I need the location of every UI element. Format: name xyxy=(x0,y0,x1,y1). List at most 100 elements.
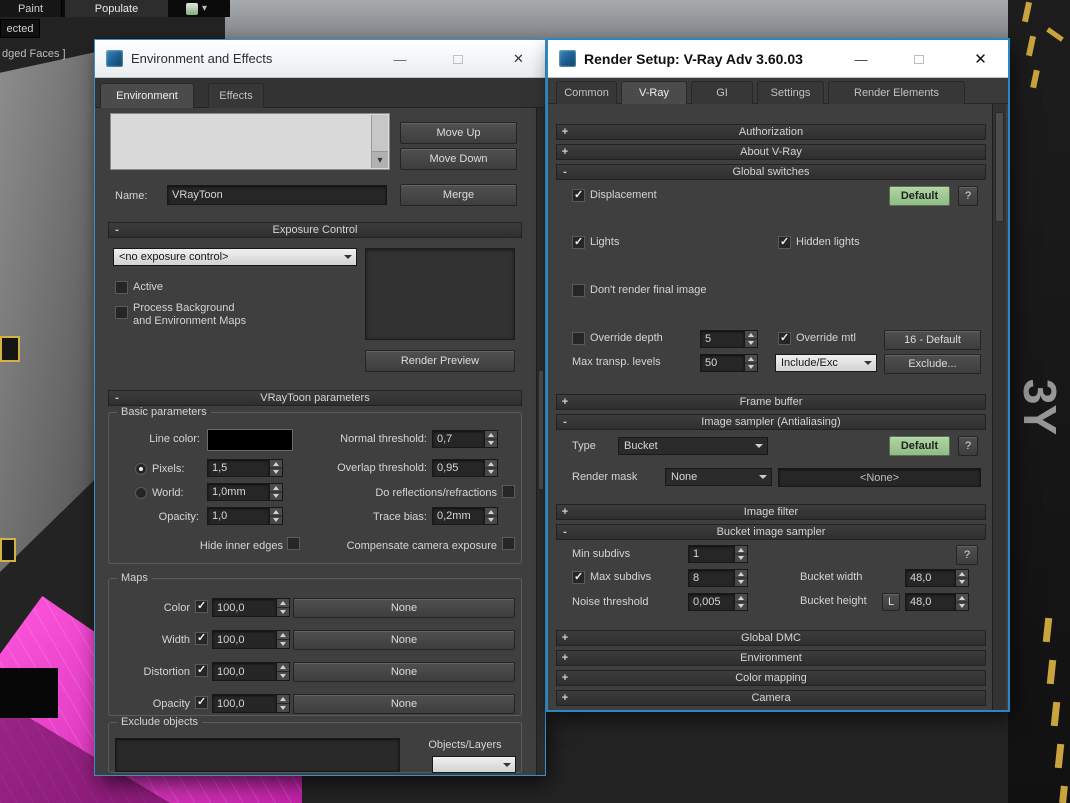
map-width-none-button[interactable]: None xyxy=(293,630,515,650)
close-button[interactable]: ✕ xyxy=(953,40,1008,78)
spinner-arrows[interactable] xyxy=(735,545,748,563)
rollup-bucket-image-sampler[interactable]: - Bucket image sampler xyxy=(556,524,986,540)
displacement-checkbox[interactable] xyxy=(572,189,585,202)
pixels-radio[interactable] xyxy=(135,463,147,475)
world-radio[interactable] xyxy=(135,487,147,499)
merge-button[interactable]: Merge xyxy=(400,184,517,206)
normal-threshold-spinner[interactable]: 0,7 xyxy=(432,430,498,448)
minimize-button[interactable]: — xyxy=(376,40,424,78)
max-subdivs-spinner[interactable]: 8 xyxy=(688,569,748,587)
rollup-global-switches[interactable]: - Global switches xyxy=(556,164,986,180)
spinner-arrows[interactable] xyxy=(735,593,748,611)
render-scrollbar-thumb[interactable] xyxy=(995,112,1004,222)
exclude-button[interactable]: Exclude... xyxy=(884,354,981,374)
opacity-spinner[interactable]: 1,0 xyxy=(207,507,283,525)
tab-paint[interactable]: Paint xyxy=(0,0,62,17)
spinner-value[interactable]: 48,0 xyxy=(905,593,956,611)
global-switches-help-button[interactable]: ? xyxy=(958,186,978,206)
trace-bias-spinner[interactable]: 0,2mm xyxy=(432,507,498,525)
render-mask-none-field[interactable]: <None> xyxy=(778,468,981,487)
rollup-vraytoon-parameters[interactable]: - VRayToon parameters xyxy=(108,390,522,406)
spinner-arrows[interactable] xyxy=(745,330,758,348)
objects-layers-dropdown[interactable] xyxy=(432,756,516,773)
image-sampler-help-button[interactable]: ? xyxy=(958,436,978,456)
spinner-arrows[interactable] xyxy=(485,430,498,448)
name-input[interactable]: VRayToon xyxy=(167,185,387,205)
override-depth-checkbox[interactable] xyxy=(572,332,585,345)
spinner-arrows[interactable] xyxy=(277,630,290,649)
spinner-value[interactable]: 5 xyxy=(700,330,745,348)
listbox-scrollbar[interactable]: ▾ xyxy=(371,115,388,168)
global-switches-default-button[interactable]: Default xyxy=(889,186,950,206)
overlap-threshold-spinner[interactable]: 0,95 xyxy=(432,459,498,477)
tab-common[interactable]: Common xyxy=(556,81,617,104)
toolbar-icon-dropdown[interactable]: ▾ xyxy=(182,0,224,17)
bucket-width-spinner[interactable]: 48,0 xyxy=(905,569,969,587)
hide-inner-edges-checkbox[interactable] xyxy=(287,537,300,550)
spinner-arrows[interactable] xyxy=(735,569,748,587)
override-mtl-button[interactable]: 16 - Default xyxy=(884,330,981,350)
rollup-image-sampler[interactable]: - Image sampler (Antialiasing) xyxy=(556,414,986,430)
map-distortion-none-button[interactable]: None xyxy=(293,662,515,682)
image-sampler-default-button[interactable]: Default xyxy=(889,436,950,456)
rollup-color-mapping[interactable]: + Color mapping xyxy=(556,670,986,686)
spinner-value[interactable]: 1,0mm xyxy=(207,483,270,501)
rollup-authorization[interactable]: + Authorization xyxy=(556,124,986,140)
spinner-value[interactable]: 100,0 xyxy=(212,694,277,713)
map-distortion-spinner[interactable]: 100,0 xyxy=(212,662,290,681)
lights-checkbox[interactable] xyxy=(572,236,585,249)
move-up-button[interactable]: Move Up xyxy=(400,122,517,144)
tab-effects[interactable]: Effects xyxy=(208,83,264,108)
spinner-arrows[interactable] xyxy=(277,598,290,617)
exclude-objects-listbox[interactable] xyxy=(115,738,400,772)
spinner-arrows[interactable] xyxy=(270,459,283,477)
spinner-arrows[interactable] xyxy=(270,507,283,525)
tab-environment[interactable]: Environment xyxy=(100,83,194,108)
tab-gi[interactable]: GI xyxy=(691,81,753,104)
world-spinner[interactable]: 1,0mm xyxy=(207,483,283,501)
render-scrollbar-track[interactable] xyxy=(992,104,1006,710)
minimize-button[interactable]: — xyxy=(837,40,885,78)
map-color-checkbox[interactable] xyxy=(195,600,208,613)
rollup-exposure-control[interactable]: - Exposure Control xyxy=(108,222,522,238)
maximize-button[interactable] xyxy=(434,40,482,78)
tab-render-elements[interactable]: Render Elements xyxy=(828,81,965,104)
map-opacity-spinner[interactable]: 100,0 xyxy=(212,694,290,713)
max-subdivs-checkbox[interactable] xyxy=(572,571,585,584)
spinner-arrows[interactable] xyxy=(277,662,290,681)
spinner-value[interactable]: 0,95 xyxy=(432,459,485,477)
dont-render-final-image-checkbox[interactable] xyxy=(572,284,585,297)
line-color-swatch[interactable] xyxy=(207,429,293,451)
spinner-value[interactable]: 48,0 xyxy=(905,569,956,587)
rollup-camera[interactable]: + Camera xyxy=(556,690,986,706)
spinner-arrows[interactable] xyxy=(485,507,498,525)
hidden-lights-checkbox[interactable] xyxy=(778,236,791,249)
move-down-button[interactable]: Move Down xyxy=(400,148,517,170)
map-color-none-button[interactable]: None xyxy=(293,598,515,618)
spinner-value[interactable]: 1,0 xyxy=(207,507,270,525)
spinner-arrows[interactable] xyxy=(270,483,283,501)
scroll-down-icon[interactable]: ▾ xyxy=(372,151,388,168)
bucket-lock-button[interactable]: L xyxy=(882,593,900,611)
rollup-image-filter[interactable]: + Image filter xyxy=(556,504,986,520)
rollup-about-vray[interactable]: + About V-Ray xyxy=(556,144,986,160)
override-depth-spinner[interactable]: 5 xyxy=(700,330,758,348)
spinner-value[interactable]: 8 xyxy=(688,569,735,587)
rollup-frame-buffer[interactable]: + Frame buffer xyxy=(556,394,986,410)
render-mask-dropdown[interactable]: None xyxy=(665,468,772,486)
override-mtl-checkbox[interactable] xyxy=(778,332,791,345)
exposure-control-dropdown[interactable]: <no exposure control> xyxy=(113,248,357,266)
map-color-spinner[interactable]: 100,0 xyxy=(212,598,290,617)
map-width-spinner[interactable]: 100,0 xyxy=(212,630,290,649)
spinner-value[interactable]: 100,0 xyxy=(212,662,277,681)
spinner-value[interactable]: 0,005 xyxy=(688,593,735,611)
close-button[interactable]: ✕ xyxy=(492,40,545,78)
spinner-arrows[interactable] xyxy=(956,569,969,587)
map-opacity-checkbox[interactable] xyxy=(195,696,208,709)
map-width-checkbox[interactable] xyxy=(195,632,208,645)
spinner-arrows[interactable] xyxy=(745,354,758,372)
tab-vray[interactable]: V-Ray xyxy=(621,81,687,104)
spinner-value[interactable]: 50 xyxy=(700,354,745,372)
spinner-arrows[interactable] xyxy=(277,694,290,713)
spinner-value[interactable]: 0,7 xyxy=(432,430,485,448)
